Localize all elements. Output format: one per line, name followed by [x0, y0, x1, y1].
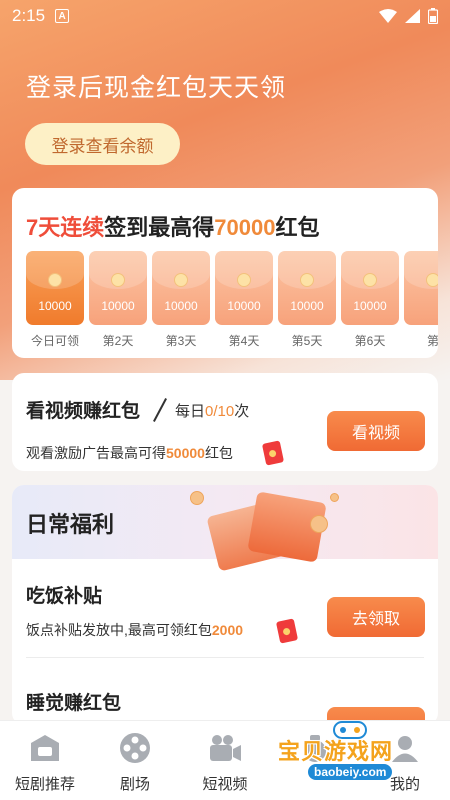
coin-icon [190, 491, 204, 505]
divider [26, 657, 424, 658]
drama-icon [28, 731, 62, 765]
video-desc-suffix: 红包 [204, 445, 233, 461]
nav-label: 短剧推荐 [14, 776, 75, 793]
hero-title: 登录后现金红包天天领 [26, 74, 287, 102]
day-label: 今日可领 [30, 334, 79, 348]
wifi-icon [379, 9, 397, 23]
video-count-suffix: 次 [234, 403, 250, 420]
signin-day[interactable]: 10000 第6天 [341, 251, 399, 349]
signin-title-mid: 签到最高得 [104, 215, 215, 240]
item-desc-prefix: 饭点补贴发放中,最高可领红包 [26, 622, 212, 638]
signin-title-number: 70000 [214, 215, 276, 240]
day-amount: 10000 [101, 299, 135, 313]
coin-icon [310, 515, 328, 533]
video-desc-prefix: 观看激励广告最高可得 [26, 445, 166, 461]
signin-day[interactable]: 10000 第5天 [278, 251, 336, 349]
signin-title: 7天连续签到最高得70000红包 [26, 210, 319, 242]
red-envelope-icon: 10000 [89, 251, 147, 325]
day-label: 第6天 [354, 334, 386, 348]
nav-item-theater[interactable]: 剧场 [90, 721, 180, 800]
day-label: 第 [426, 334, 438, 348]
video-desc-amount: 50000 [166, 445, 205, 461]
watermark-url: baobeiy.com [308, 764, 393, 780]
battery-icon [428, 8, 438, 24]
welfare-card: 日常福利 吃饭补贴 饭点补贴发放中,最高可领红包2000 去领取 睡觉赚红包 [12, 485, 438, 725]
item-title: 吃饭补贴 [26, 586, 103, 607]
video-count: 每日0/10次 [175, 400, 249, 421]
watermark-title: 宝贝游戏网 [278, 739, 394, 764]
signin-day[interactable]: 10000 第3天 [152, 251, 210, 349]
signin-title-highlight: 7天连续 [26, 215, 105, 240]
signin-day[interactable]: 10000 第2天 [89, 251, 147, 349]
video-title: 看视频赚红包 [26, 401, 141, 422]
status-bar: 2:15 A [0, 0, 450, 32]
day-label: 第4天 [228, 334, 260, 348]
signin-day[interactable]: 10000 今日可领 [26, 251, 84, 349]
signin-card: 7天连续签到最高得70000红包 10000 今日可领 10000 第2天 10… [12, 188, 438, 358]
divider-slash [153, 398, 167, 422]
day-amount: 10000 [227, 299, 261, 313]
signin-day[interactable]: 10000 第4天 [215, 251, 273, 349]
nav-label: 剧场 [119, 776, 150, 793]
nav-label: 短视频 [202, 776, 248, 793]
item-desc-amount: 2000 [211, 622, 244, 638]
welfare-banner: 日常福利 [12, 485, 438, 572]
video-camera-icon [208, 731, 242, 765]
watch-video-button[interactable]: 看视频 [327, 411, 425, 451]
red-packet-icon [275, 618, 299, 644]
signin-title-suffix: 红包 [275, 215, 320, 240]
red-envelope-icon: 10000 [26, 251, 84, 325]
item-desc: 饭点补贴发放中,最高可领红包2000 [26, 620, 243, 640]
notification-icon: A [55, 9, 70, 23]
signal-icon [405, 9, 420, 23]
nav-item-short-video[interactable]: 短视频 [180, 721, 270, 800]
day-label: 第3天 [165, 334, 197, 348]
red-envelope-icon: 10000 [215, 251, 273, 325]
watermark: 宝贝游戏网 baobeiy.com [272, 718, 432, 788]
login-button[interactable]: 登录查看余额 [25, 123, 180, 165]
welfare-title: 日常福利 [26, 512, 115, 537]
claim-button[interactable]: 去领取 [327, 597, 425, 637]
item-title: 睡觉赚红包 [26, 693, 122, 714]
red-packet-icon [261, 440, 285, 466]
red-envelope-icon [404, 251, 438, 325]
film-reel-icon [118, 731, 152, 765]
signin-day[interactable]: 第 [404, 251, 438, 349]
day-amount: 10000 [290, 299, 324, 313]
video-count-value: 0/10 [205, 403, 235, 420]
red-envelope-icon: 10000 [341, 251, 399, 325]
status-time: 2:15 [12, 6, 46, 25]
video-card: 看视频赚红包 每日0/10次 观看激励广告最高可得50000红包 看视频 [12, 373, 438, 471]
red-envelope-icon: 10000 [278, 251, 336, 325]
day-amount: 10000 [164, 299, 198, 313]
coin-icon [330, 493, 339, 502]
day-amount: 10000 [38, 299, 72, 313]
day-amount: 10000 [353, 299, 387, 313]
video-desc: 观看激励广告最高可得50000红包 [26, 443, 233, 463]
day-label: 第5天 [291, 334, 323, 348]
day-label: 第2天 [102, 334, 134, 348]
nav-item-drama[interactable]: 短剧推荐 [0, 721, 90, 800]
signin-days: 10000 今日可领 10000 第2天 10000 第3天 10000 第4天 [26, 251, 438, 349]
video-count-prefix: 每日 [175, 403, 206, 420]
red-envelope-icon: 10000 [152, 251, 210, 325]
